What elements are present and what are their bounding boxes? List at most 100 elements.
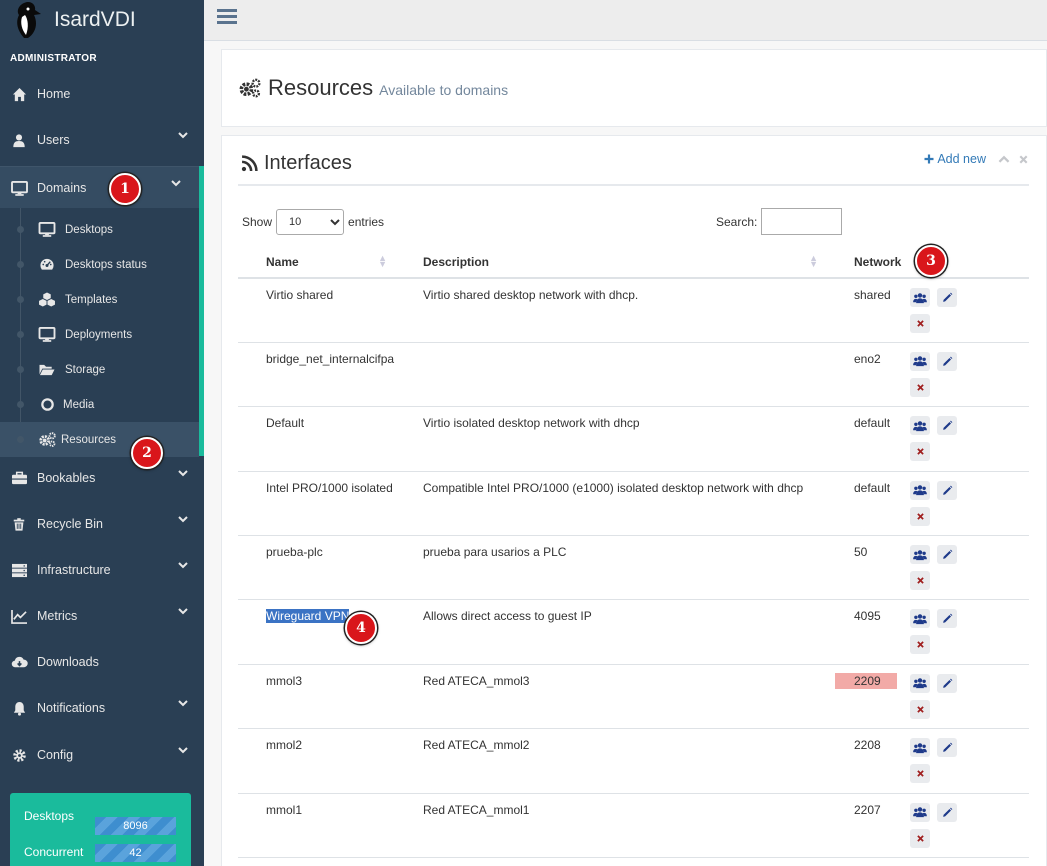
column-header-name[interactable]: Name ▲ ▼ xyxy=(238,246,395,279)
delete-button[interactable] xyxy=(910,571,930,591)
nav-label: Domains xyxy=(37,181,87,195)
plus-icon xyxy=(924,154,934,164)
users-icon xyxy=(913,806,927,818)
brand[interactable]: IsardVDI xyxy=(14,0,136,40)
permissions-button[interactable] xyxy=(910,738,930,758)
nav-config[interactable]: Config xyxy=(0,733,204,777)
column-header-description[interactable]: Description ▲ ▼ xyxy=(395,246,826,279)
nav-label: Notifications xyxy=(37,701,106,715)
nav-label: Home xyxy=(37,87,71,101)
hamburger-menu-icon[interactable] xyxy=(216,5,238,27)
column-header-network[interactable]: Network xyxy=(826,246,910,279)
close-icon xyxy=(916,705,925,714)
edit-button[interactable] xyxy=(937,416,957,436)
close-icon xyxy=(916,512,925,521)
subnav-resources[interactable]: Resources xyxy=(0,422,199,457)
page-length-select[interactable]: 10 xyxy=(276,209,345,235)
line-chart-icon xyxy=(10,608,28,624)
edit-button[interactable] xyxy=(937,288,957,307)
subnav-templates[interactable]: Templates xyxy=(0,282,199,317)
nav-infrastructure[interactable]: Infrastructure xyxy=(0,548,204,592)
edit-button[interactable] xyxy=(937,802,957,822)
nav-downloads[interactable]: Downloads xyxy=(0,640,204,684)
sort-icon: ▲ ▼ xyxy=(809,253,818,269)
search-control: Search: xyxy=(716,208,843,235)
permissions-button[interactable] xyxy=(910,416,930,436)
cell-description: Red ATECA_mmol1 xyxy=(395,793,826,859)
close-icon xyxy=(916,769,925,778)
chevron-up-icon[interactable] xyxy=(998,155,1010,163)
subnav-media[interactable]: Media xyxy=(0,387,199,422)
subnav-desktops-status[interactable]: Desktops status xyxy=(0,247,199,282)
delete-button[interactable] xyxy=(910,699,930,719)
nav-domains[interactable]: Domains xyxy=(0,166,204,210)
bullet-dot xyxy=(17,366,24,373)
subnav-label: Storage xyxy=(65,363,106,376)
cell-network: default xyxy=(826,406,910,472)
circle-icon xyxy=(37,397,57,412)
stat-desktops: Desktops 8096 xyxy=(24,809,184,835)
stat-concurrent: Concurrent 42 xyxy=(24,844,184,862)
permissions-button[interactable] xyxy=(910,609,930,629)
subnav-desktops[interactable]: Desktops xyxy=(0,212,199,247)
subnav-label: Desktops xyxy=(65,223,113,236)
permissions-button[interactable] xyxy=(910,802,930,822)
rss-icon xyxy=(241,155,258,172)
pencil-icon xyxy=(942,549,953,560)
users-icon xyxy=(913,677,927,689)
edit-button[interactable] xyxy=(937,545,957,565)
nav-users[interactable]: Users xyxy=(0,118,204,162)
entries-label: entries xyxy=(348,215,385,229)
nav-home[interactable]: Home xyxy=(0,72,204,116)
users-icon xyxy=(913,355,927,367)
delete-button[interactable] xyxy=(910,314,930,333)
users-icon xyxy=(913,420,927,432)
nav-bookables[interactable]: Bookables xyxy=(0,456,204,500)
edit-button[interactable] xyxy=(937,351,957,371)
nav-recycle-bin[interactable]: Recycle Bin xyxy=(0,502,204,546)
length-control: Show 10 entries xyxy=(242,209,384,235)
chevron-down-icon xyxy=(178,562,188,569)
cell-network: shared xyxy=(826,278,910,343)
cell-name: Default xyxy=(238,406,395,472)
delete-button[interactable] xyxy=(910,442,930,462)
page-title: Resources Available to domains xyxy=(238,75,508,101)
pencil-icon xyxy=(942,742,953,753)
gears-icon xyxy=(37,432,57,447)
delete-button[interactable] xyxy=(910,506,930,526)
nav-notifications[interactable]: Notifications xyxy=(0,686,204,730)
subnav-deployments[interactable]: Deployments xyxy=(0,317,199,352)
close-icon[interactable] xyxy=(1018,154,1029,165)
delete-button[interactable] xyxy=(910,764,930,784)
gears-icon xyxy=(238,78,262,98)
edit-button[interactable] xyxy=(937,609,957,629)
table-row: mmol2 Red ATECA_mmol2 2208 xyxy=(238,728,1029,794)
search-input[interactable] xyxy=(761,208,843,235)
permissions-button[interactable] xyxy=(910,673,930,693)
penguin-logo-icon xyxy=(17,1,41,38)
permissions-button[interactable] xyxy=(910,545,930,565)
cell-name: mmol2 xyxy=(238,728,395,794)
edit-button[interactable] xyxy=(937,480,957,500)
subnav-label: Resources xyxy=(61,433,116,446)
desktop-icon xyxy=(10,180,28,196)
edit-button[interactable] xyxy=(937,673,957,693)
nav-label: Infrastructure xyxy=(37,563,111,577)
edit-button[interactable] xyxy=(937,738,957,758)
gear-icon xyxy=(10,747,28,763)
permissions-button[interactable] xyxy=(910,480,930,500)
delete-button[interactable] xyxy=(910,828,930,848)
permissions-button[interactable] xyxy=(910,288,930,307)
nav-metrics[interactable]: Metrics xyxy=(0,594,204,638)
add-new-link[interactable]: Add new xyxy=(924,152,986,166)
delete-button[interactable] xyxy=(910,377,930,397)
bullet-dot xyxy=(17,401,24,408)
delete-button[interactable] xyxy=(910,635,930,655)
permissions-button[interactable] xyxy=(910,351,930,371)
column-header-label: Network xyxy=(854,254,902,269)
cell-name: bridge_net_internalcifpa xyxy=(238,342,395,408)
pencil-icon xyxy=(942,613,953,624)
nav-label: Downloads xyxy=(37,655,99,669)
cell-network: 2207 xyxy=(826,793,910,859)
subnav-storage[interactable]: Storage xyxy=(0,352,199,387)
